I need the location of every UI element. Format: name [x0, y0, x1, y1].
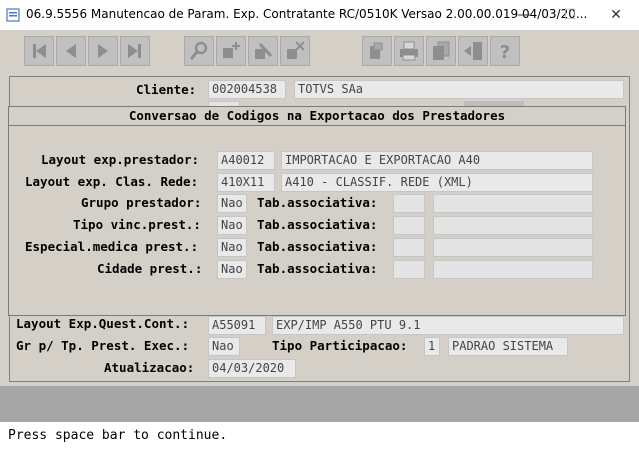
- tab-associativa-label: Tab.associativa:: [257, 217, 378, 232]
- search-icon: [189, 41, 208, 60]
- tab-associativa-code-field[interactable]: [393, 238, 425, 257]
- cidade-prest-field[interactable]: Nao: [217, 260, 247, 279]
- edit-button[interactable]: [248, 36, 278, 66]
- last-record-icon: [128, 44, 141, 58]
- tab-associativa-desc-field: [433, 260, 593, 279]
- help-button[interactable]: ?: [490, 36, 520, 66]
- especial-medica-prest-field[interactable]: Nao: [217, 238, 247, 257]
- atualizacao-label: Atualizacao:: [104, 360, 195, 375]
- cliente-name-field: TOTVS SAa: [294, 80, 624, 99]
- tab-associativa-desc-field: [433, 194, 593, 213]
- gr-tp-field[interactable]: Nao: [208, 337, 240, 356]
- atualizacao-field: 04/03/2020: [208, 359, 296, 378]
- maximize-button[interactable]: ☐: [547, 0, 593, 30]
- delete-icon: [287, 41, 305, 59]
- especial-medica-prest-label: Especial.medica prest.:: [25, 239, 199, 254]
- tipo-participacao-code-field[interactable]: 1: [424, 337, 440, 356]
- close-button[interactable]: ✕: [593, 0, 639, 30]
- tab-associativa-desc-field: [433, 216, 593, 235]
- cidade-prest-label: Cidade prest.:: [97, 261, 203, 276]
- document-icon: [370, 42, 383, 59]
- gr-tp-label: Gr p/ Tp. Prest. Exec.:: [16, 338, 190, 353]
- tipo-vinc-prest-field[interactable]: Nao: [217, 216, 247, 235]
- tab-associativa-label: Tab.associativa:: [257, 261, 378, 276]
- tab-associativa-code-field[interactable]: [393, 216, 425, 235]
- gray-band: [0, 386, 639, 422]
- grupo-prestador-label: Grupo prestador:: [81, 195, 202, 210]
- layout-quest-label: Layout Exp.Quest.Cont.:: [16, 316, 190, 331]
- layout-prestador-desc-field: IMPORTACAO E EXPORTACAO A40: [281, 151, 593, 170]
- print-icon: [400, 41, 418, 61]
- edit-icon: [255, 42, 273, 59]
- previous-record-icon: [66, 44, 76, 58]
- exit-button[interactable]: [458, 36, 488, 66]
- conversion-dialog: Conversao de Codigos na Exportacao dos P…: [8, 106, 626, 316]
- tipo-participacao-label: Tipo Participacao:: [272, 338, 408, 353]
- app-icon: [6, 8, 20, 22]
- add-button[interactable]: [216, 36, 246, 66]
- exit-icon: [464, 42, 482, 60]
- dialog-title: Conversao de Codigos na Exportacao dos P…: [9, 107, 625, 126]
- tipo-vinc-prest-label: Tipo vinc.prest.:: [73, 217, 201, 232]
- tipo-participacao-desc-field: PADRAO SISTEMA: [448, 337, 568, 356]
- layout-prestador-label: Layout exp.prestador:: [41, 152, 200, 167]
- previous-record-button[interactable]: [56, 36, 86, 66]
- tab-associativa-code-field[interactable]: [393, 194, 425, 213]
- first-record-button[interactable]: [24, 36, 54, 66]
- add-icon: [223, 42, 240, 58]
- tab-associativa-desc-field: [433, 238, 593, 257]
- title-bar: 06.9.5556 Manutencao de Param. Exp. Cont…: [0, 0, 639, 30]
- delete-button[interactable]: [280, 36, 310, 66]
- search-button[interactable]: [184, 36, 214, 66]
- next-record-button[interactable]: [88, 36, 118, 66]
- status-bar: Press space bar to continue.: [0, 422, 639, 458]
- copy-button[interactable]: [426, 36, 456, 66]
- tab-associativa-code-field[interactable]: [393, 260, 425, 279]
- tab-associativa-label: Tab.associativa:: [257, 239, 378, 254]
- next-record-icon: [98, 44, 108, 58]
- layout-quest-code-field[interactable]: A55091: [208, 316, 266, 335]
- svg-text:?: ?: [500, 42, 510, 62]
- toolbar: ?: [0, 30, 639, 74]
- first-record-icon: [33, 44, 46, 58]
- cliente-label: Cliente:: [136, 82, 197, 97]
- copy-icon: [433, 41, 450, 60]
- document-button[interactable]: [362, 36, 392, 66]
- status-message: Press space bar to continue.: [8, 428, 228, 443]
- cliente-code-field[interactable]: 002004538: [208, 80, 286, 99]
- tab-associativa-label: Tab.associativa:: [257, 195, 378, 210]
- layout-clas-rede-desc-field: A410 - CLASSIF. REDE (XML): [281, 173, 593, 192]
- help-icon: ?: [500, 42, 510, 62]
- grupo-prestador-field[interactable]: Nao: [217, 194, 247, 213]
- minimize-button[interactable]: —: [501, 0, 547, 30]
- layout-clas-rede-code-field[interactable]: 410X11: [217, 173, 275, 192]
- layout-clas-rede-label: Layout exp. Clas. Rede:: [25, 174, 199, 189]
- layout-quest-desc-field: EXP/IMP A550 PTU 9.1: [272, 316, 624, 335]
- layout-prestador-code-field[interactable]: A40012: [217, 151, 275, 170]
- last-record-button[interactable]: [120, 36, 150, 66]
- print-button[interactable]: [394, 36, 424, 66]
